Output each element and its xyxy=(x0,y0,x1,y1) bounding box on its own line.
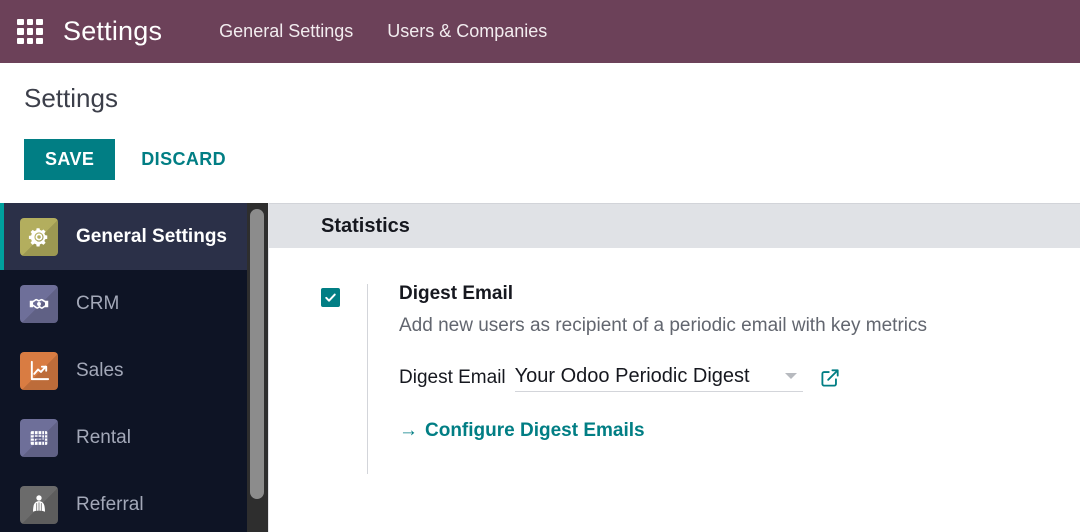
grid-apps-icon[interactable] xyxy=(17,18,43,45)
nav-item-general-settings[interactable]: General Settings xyxy=(202,21,370,42)
nav-item-users-companies[interactable]: Users & Companies xyxy=(370,21,564,42)
sidebar-item-rental[interactable]: Rental xyxy=(0,404,268,471)
sidebar-item-label: Rental xyxy=(76,426,131,448)
setting-title: Digest Email xyxy=(399,283,514,304)
digest-email-field-row: Digest Email Your Odoo Periodic Digest xyxy=(399,365,927,392)
sidebar-item-sales[interactable]: Sales xyxy=(0,337,268,404)
chevron-down-icon[interactable] xyxy=(784,373,797,380)
handshake-icon xyxy=(20,284,58,323)
sidebar-scrollbar-track[interactable] xyxy=(247,203,268,532)
save-button[interactable]: SAVE xyxy=(24,139,116,180)
top-navbar: Settings General Settings Users & Compan… xyxy=(0,0,1080,63)
gear-icon xyxy=(20,217,58,256)
settings-main-pane: Statistics Digest Email Add new users as… xyxy=(268,203,1080,532)
configure-digest-emails-label: Configure Digest Emails xyxy=(425,419,645,441)
sidebar-scrollbar-thumb[interactable] xyxy=(250,209,264,499)
arrow-right-icon: → xyxy=(399,420,418,442)
setting-description: Add new users as recipient of a periodic… xyxy=(399,314,928,336)
digest-email-field-label: Digest Email xyxy=(399,367,506,389)
sidebar-item-label: CRM xyxy=(76,292,120,314)
section-header-statistics: Statistics xyxy=(269,203,1080,248)
discard-button[interactable]: DISCARD xyxy=(123,139,244,180)
person-cape-icon xyxy=(20,485,58,524)
calendar-grid-icon xyxy=(20,418,58,457)
setting-digest-email: Digest Email Add new users as recipient … xyxy=(269,248,1080,474)
body-wrapper: General Settings CRM Sales Rental Referr… xyxy=(0,203,1080,532)
sidebar-item-label: Sales xyxy=(76,359,124,381)
sidebar-item-label: Referral xyxy=(76,493,144,515)
digest-email-select-value: Your Odoo Periodic Digest xyxy=(514,364,750,387)
page-title: Settings xyxy=(24,83,118,113)
section-title: Statistics xyxy=(321,214,410,237)
external-link-icon[interactable] xyxy=(819,367,841,389)
navbar-brand[interactable]: Settings xyxy=(63,16,162,47)
sidebar-item-general-settings[interactable]: General Settings xyxy=(0,203,268,270)
sidebar-item-label: General Settings xyxy=(76,225,227,247)
chart-arrow-icon xyxy=(20,351,58,390)
control-panel: Settings SAVE DISCARD xyxy=(0,63,1080,203)
action-button-row: SAVE DISCARD xyxy=(24,139,1080,180)
digest-email-checkbox[interactable] xyxy=(321,288,340,307)
sidebar-item-referral[interactable]: Referral xyxy=(0,471,268,532)
setting-body: Digest Email Add new users as recipient … xyxy=(367,283,928,474)
configure-digest-emails-link[interactable]: → Configure Digest Emails xyxy=(399,420,927,442)
settings-sidebar: General Settings CRM Sales Rental Referr… xyxy=(0,203,268,532)
digest-email-select[interactable]: Your Odoo Periodic Digest xyxy=(514,364,803,392)
sidebar-item-crm[interactable]: CRM xyxy=(0,270,268,337)
